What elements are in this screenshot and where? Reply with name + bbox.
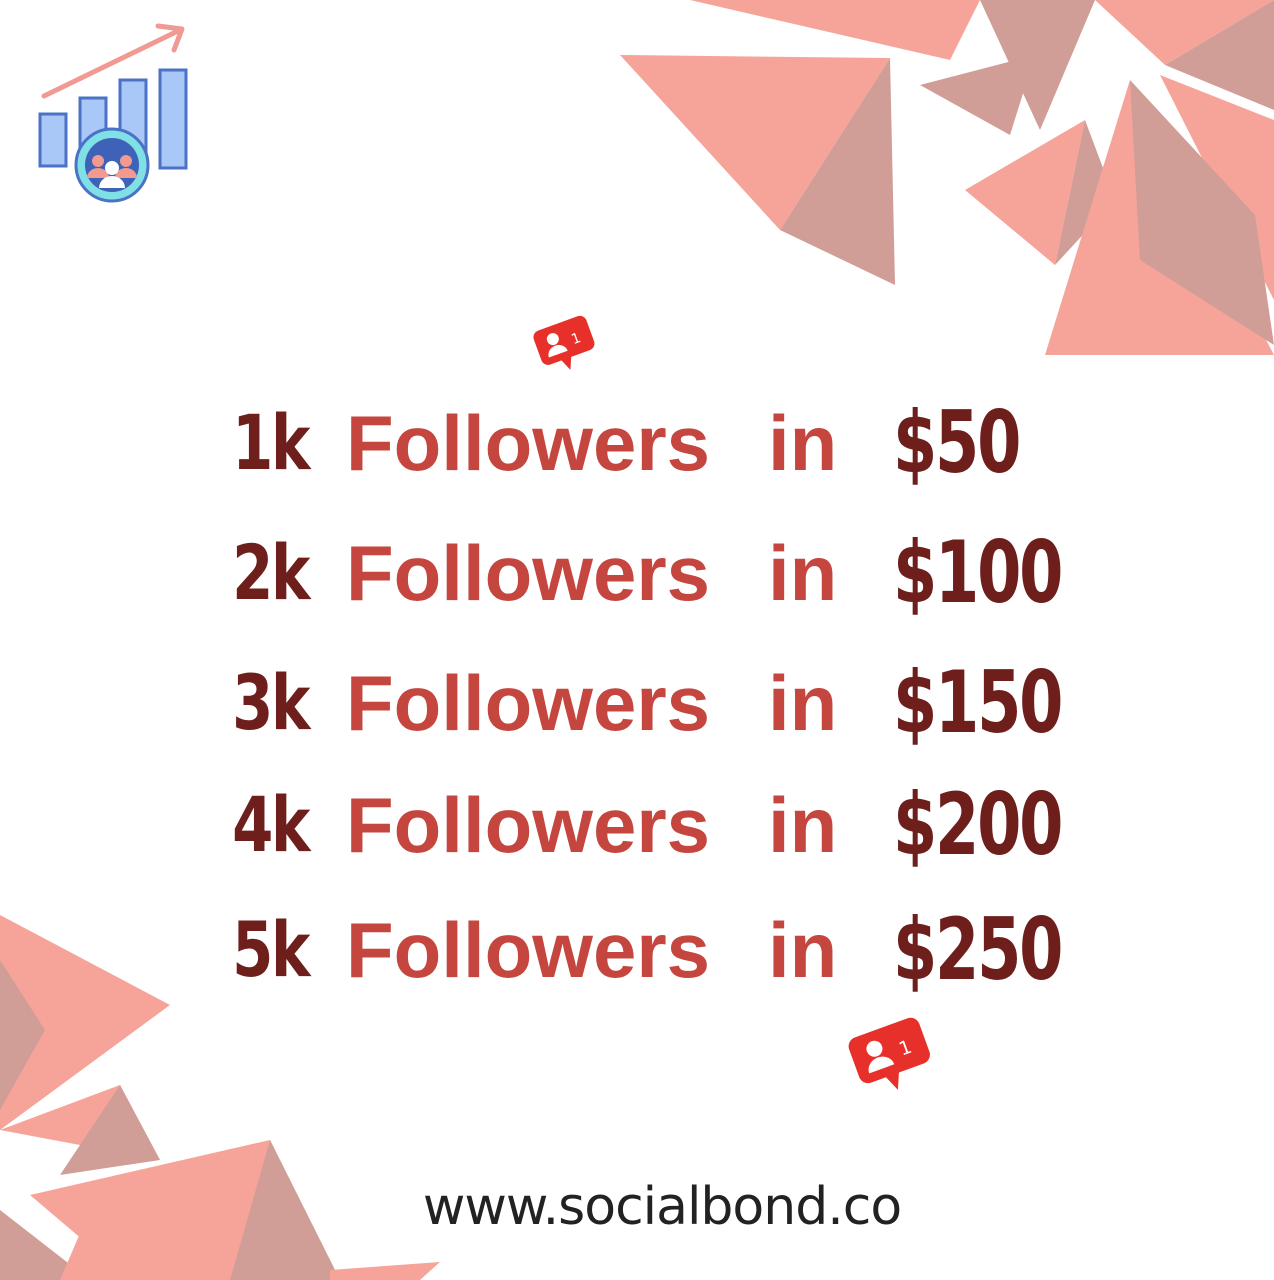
website-url-text: www.socialbond.co [422, 1177, 902, 1237]
followers-label: Followers [346, 659, 711, 747]
in-label: in [768, 399, 838, 487]
follower-amount: 5k [232, 905, 310, 994]
followers-label: Followers [346, 906, 711, 994]
follower-amount: 2k [232, 528, 310, 617]
price-row: 1k Followers in $50 [0, 388, 1274, 498]
followers-label: Followers [346, 399, 711, 487]
follower-amount: 4k [232, 780, 310, 869]
follower-amount: 3k [232, 658, 310, 747]
price-row: 3k Followers in $150 [0, 648, 1274, 758]
price-row: 5k Followers in $250 [0, 895, 1274, 1005]
in-label: in [768, 906, 838, 994]
price-value: $50 [893, 393, 1021, 493]
followers-label: Followers [346, 781, 711, 869]
price-value: $150 [893, 653, 1063, 753]
in-label: in [768, 781, 838, 869]
followers-price-list: 1k Followers in $50 2k Followers in $100… [0, 0, 1274, 1280]
in-label: in [768, 529, 838, 617]
website-url[interactable]: www.socialbond.co [0, 1172, 1274, 1242]
price-value: $100 [893, 523, 1063, 623]
price-row: 2k Followers in $100 [0, 518, 1274, 628]
price-value: $250 [893, 900, 1063, 1000]
followers-label: Followers [346, 529, 711, 617]
follower-amount: 1k [232, 398, 310, 487]
in-label: in [768, 659, 838, 747]
price-row: 4k Followers in $200 [0, 770, 1274, 880]
price-value: $200 [893, 775, 1063, 875]
